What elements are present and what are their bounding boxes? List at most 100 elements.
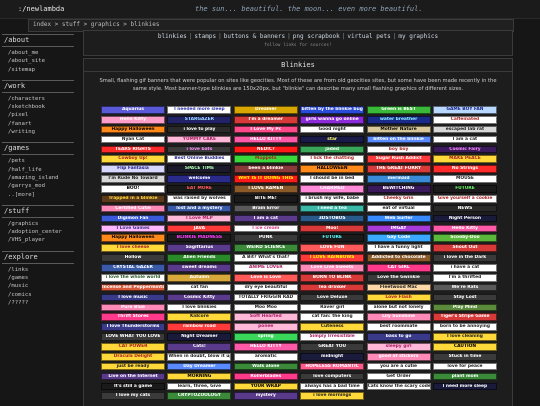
blinkie-banner[interactable]: I need more sleep [432,382,497,391]
blinkie-banner[interactable]: Soft Hearted [233,313,298,322]
blinkie-banner[interactable]: Live on the Internet [101,372,165,381]
blinkie-banner[interactable]: i love in the Dark [432,254,497,262]
blinkie-banner[interactable]: I love cheese [101,244,165,252]
blinkie-banner[interactable]: Trapped in a blinkie [101,194,165,203]
blinkie-banner[interactable]: Kidcore [167,313,232,322]
blinkie-banner[interactable]: always has a bad time [300,382,365,391]
blinkie-banner[interactable]: SPACE TIME [167,165,232,173]
blinkie-banner[interactable]: Good night [300,125,365,134]
blinkie-banner[interactable]: Mother Nature [366,125,431,134]
sidebar-link[interactable]: /graphics [2,220,74,228]
blinkie-banner[interactable]: BLINKIE MADNESS [167,234,232,243]
blinkie-banner[interactable]: Hello Kitty [101,115,165,124]
sidebar-link[interactable]: /amazing_island [2,174,74,182]
blinkie-banner[interactable]: STARGAZER [167,115,232,124]
blinkie-banner[interactable]: jaded [300,145,365,154]
sidebar-link[interactable]: /garrys_mod [2,182,74,190]
blinkie-banner[interactable]: Caffeinated [432,115,497,124]
blinkie-banner[interactable]: mermaid [366,175,431,183]
blinkie-banner[interactable]: water breather [366,115,431,124]
blinkie-banner[interactable]: GAME BOY FAN [432,106,497,114]
blinkie-banner[interactable]: MAKE PEACE [432,155,497,164]
blinkie-banner[interactable]: best roommate [366,323,431,331]
blinkie-banner[interactable]: Certified Cutie [101,204,165,213]
blinkie-banner[interactable]: WEIRD SCIENCE [233,244,298,252]
sidebar-link[interactable]: /VHS_player [2,236,74,244]
blinkie-banner[interactable]: Day Dreamer [167,362,232,371]
blinkie-banner[interactable]: Incense and Peppermints [101,283,165,292]
blinkie-banner[interactable]: Lily Sunshine [366,313,431,322]
graphics-nav-link[interactable]: my graphics [398,33,438,40]
blinkie-banner[interactable]: CAT GIRL [366,264,431,272]
blinkie-banner[interactable]: love computers [300,372,365,381]
blinkie-banner[interactable]: MORNING [167,372,232,381]
blinkie-banner[interactable]: i brush my wife, babe [300,194,365,203]
blinkie-banner[interactable]: HALLOWEEN [300,165,365,173]
blinkie-banner[interactable]: GREAT YOU [300,343,365,351]
blinkie-banner[interactable]: I love blinkies [167,303,232,312]
blinkie-banner[interactable]: Night Person [432,214,497,223]
blinkie-banner[interactable]: love for peace [432,362,497,371]
blinkie-banner[interactable]: you are a cutie [366,362,431,371]
blinkie-banner[interactable]: I ice cream [233,224,298,233]
blinkie-banner[interactable]: bass to go [366,333,431,341]
graphics-nav-link[interactable]: png scrapbook [293,33,340,40]
blinkie-banner[interactable]: BITE ME! [233,194,298,203]
blinkie-banner[interactable]: WHY IS IT DOING THIS [233,175,298,183]
blinkie-banner[interactable]: i love mornings [300,392,365,401]
blinkie-banner[interactable]: Simply Irresistible [300,333,365,341]
graphics-nav-link[interactable]: blinkies [158,33,187,40]
blinkie-banner[interactable]: Play Mind [432,303,497,312]
blinkie-banner[interactable]: welcome [167,175,232,183]
blinkie-banner[interactable]: TOTALLY FRIGGIN RAD [233,293,298,302]
blinkie-banner[interactable]: I love music [101,293,165,302]
blinkie-banner[interactable]: Get Order [366,372,431,381]
blinkie-banner[interactable]: HELLO KITTY [233,343,298,351]
blinkie-banner[interactable]: just be ready [101,362,165,371]
sidebar-link[interactable]: /pixel [2,111,74,119]
blinkie-banner[interactable]: Aquarius [101,106,165,114]
blinkie-banner[interactable]: Brain Error [233,204,298,213]
blinkie-banner[interactable]: LOVE FUN [300,244,365,252]
blinkie-banner[interactable]: Digimon Fan [101,214,165,223]
sidebar-link[interactable]: ..[more] [2,191,74,199]
blinkie-banner[interactable]: CRYSTAL GAZER [101,264,165,272]
blinkie-banner[interactable]: bitten on the blinkie [366,135,431,144]
breadcrumb[interactable]: index > stuff > graphics > blinkies [33,21,159,28]
sidebar-link[interactable]: /links [2,266,74,274]
blinkie-banner[interactable]: i need a tea [300,204,365,213]
blinkie-banner[interactable]: cat fan: the king [300,313,365,322]
blinkie-banner[interactable]: I am a cat [432,135,497,144]
blinkie-banner[interactable]: was raised by wolves [167,194,232,203]
blinkie-banner[interactable]: Cats! [167,343,232,351]
blinkie-banner[interactable]: learn, three, Give [167,382,232,391]
blinkie-banner[interactable]: Happy Halloween [101,125,165,134]
blinkie-banner[interactable]: eat of virtual [366,204,431,213]
graphics-nav-link[interactable]: virtual pets [347,33,390,40]
blinkie-banner[interactable]: IMGAY [366,224,431,233]
blinkie-banner[interactable]: Addicted to chocolate [366,254,431,262]
blinkie-banner[interactable]: YUMMY CAKE [167,135,232,144]
blinkie-banner[interactable]: Web Surfer [366,214,431,223]
blinkie-banner[interactable]: i love bats [167,145,232,154]
blinkie-banner[interactable]: Shout Out [432,244,497,252]
sidebar-link[interactable]: /pets [2,157,74,165]
blinkie-banner[interactable]: YOUR WRAP [233,382,298,391]
blinkie-banner[interactable]: Tiger's Stripe Game [432,313,497,322]
blinkie-banner[interactable]: plant mom [432,372,497,381]
blinkie-banner[interactable]: Cuteness [300,323,365,331]
blinkie-banner[interactable]: Cowboy Up! [101,155,165,164]
blinkie-banner[interactable]: I Love My Pc [233,125,298,134]
blinkie-banner[interactable]: ponee [233,323,298,331]
blinkie-banner[interactable]: Dreamer [233,106,298,114]
blinkie-banner[interactable]: NEDIC? [233,145,298,154]
blinkie-banner[interactable]: rainbow road [167,323,232,331]
blinkie-banner[interactable]: I love cleaning [432,333,497,341]
blinkie-banner[interactable]: I needed more sleep [167,106,232,114]
blinkie-banner[interactable]: Gay Code [366,234,431,243]
blinkie-banner[interactable]: I'm a dreamer [233,115,298,124]
blinkie-banner[interactable]: HOPELESS ROMANTIC [300,362,365,371]
sidebar-link[interactable]: /writing [2,128,74,136]
blinkie-banner[interactable]: Night Dreamer [167,333,232,341]
blinkie-banner[interactable]: JAVA [167,224,232,233]
